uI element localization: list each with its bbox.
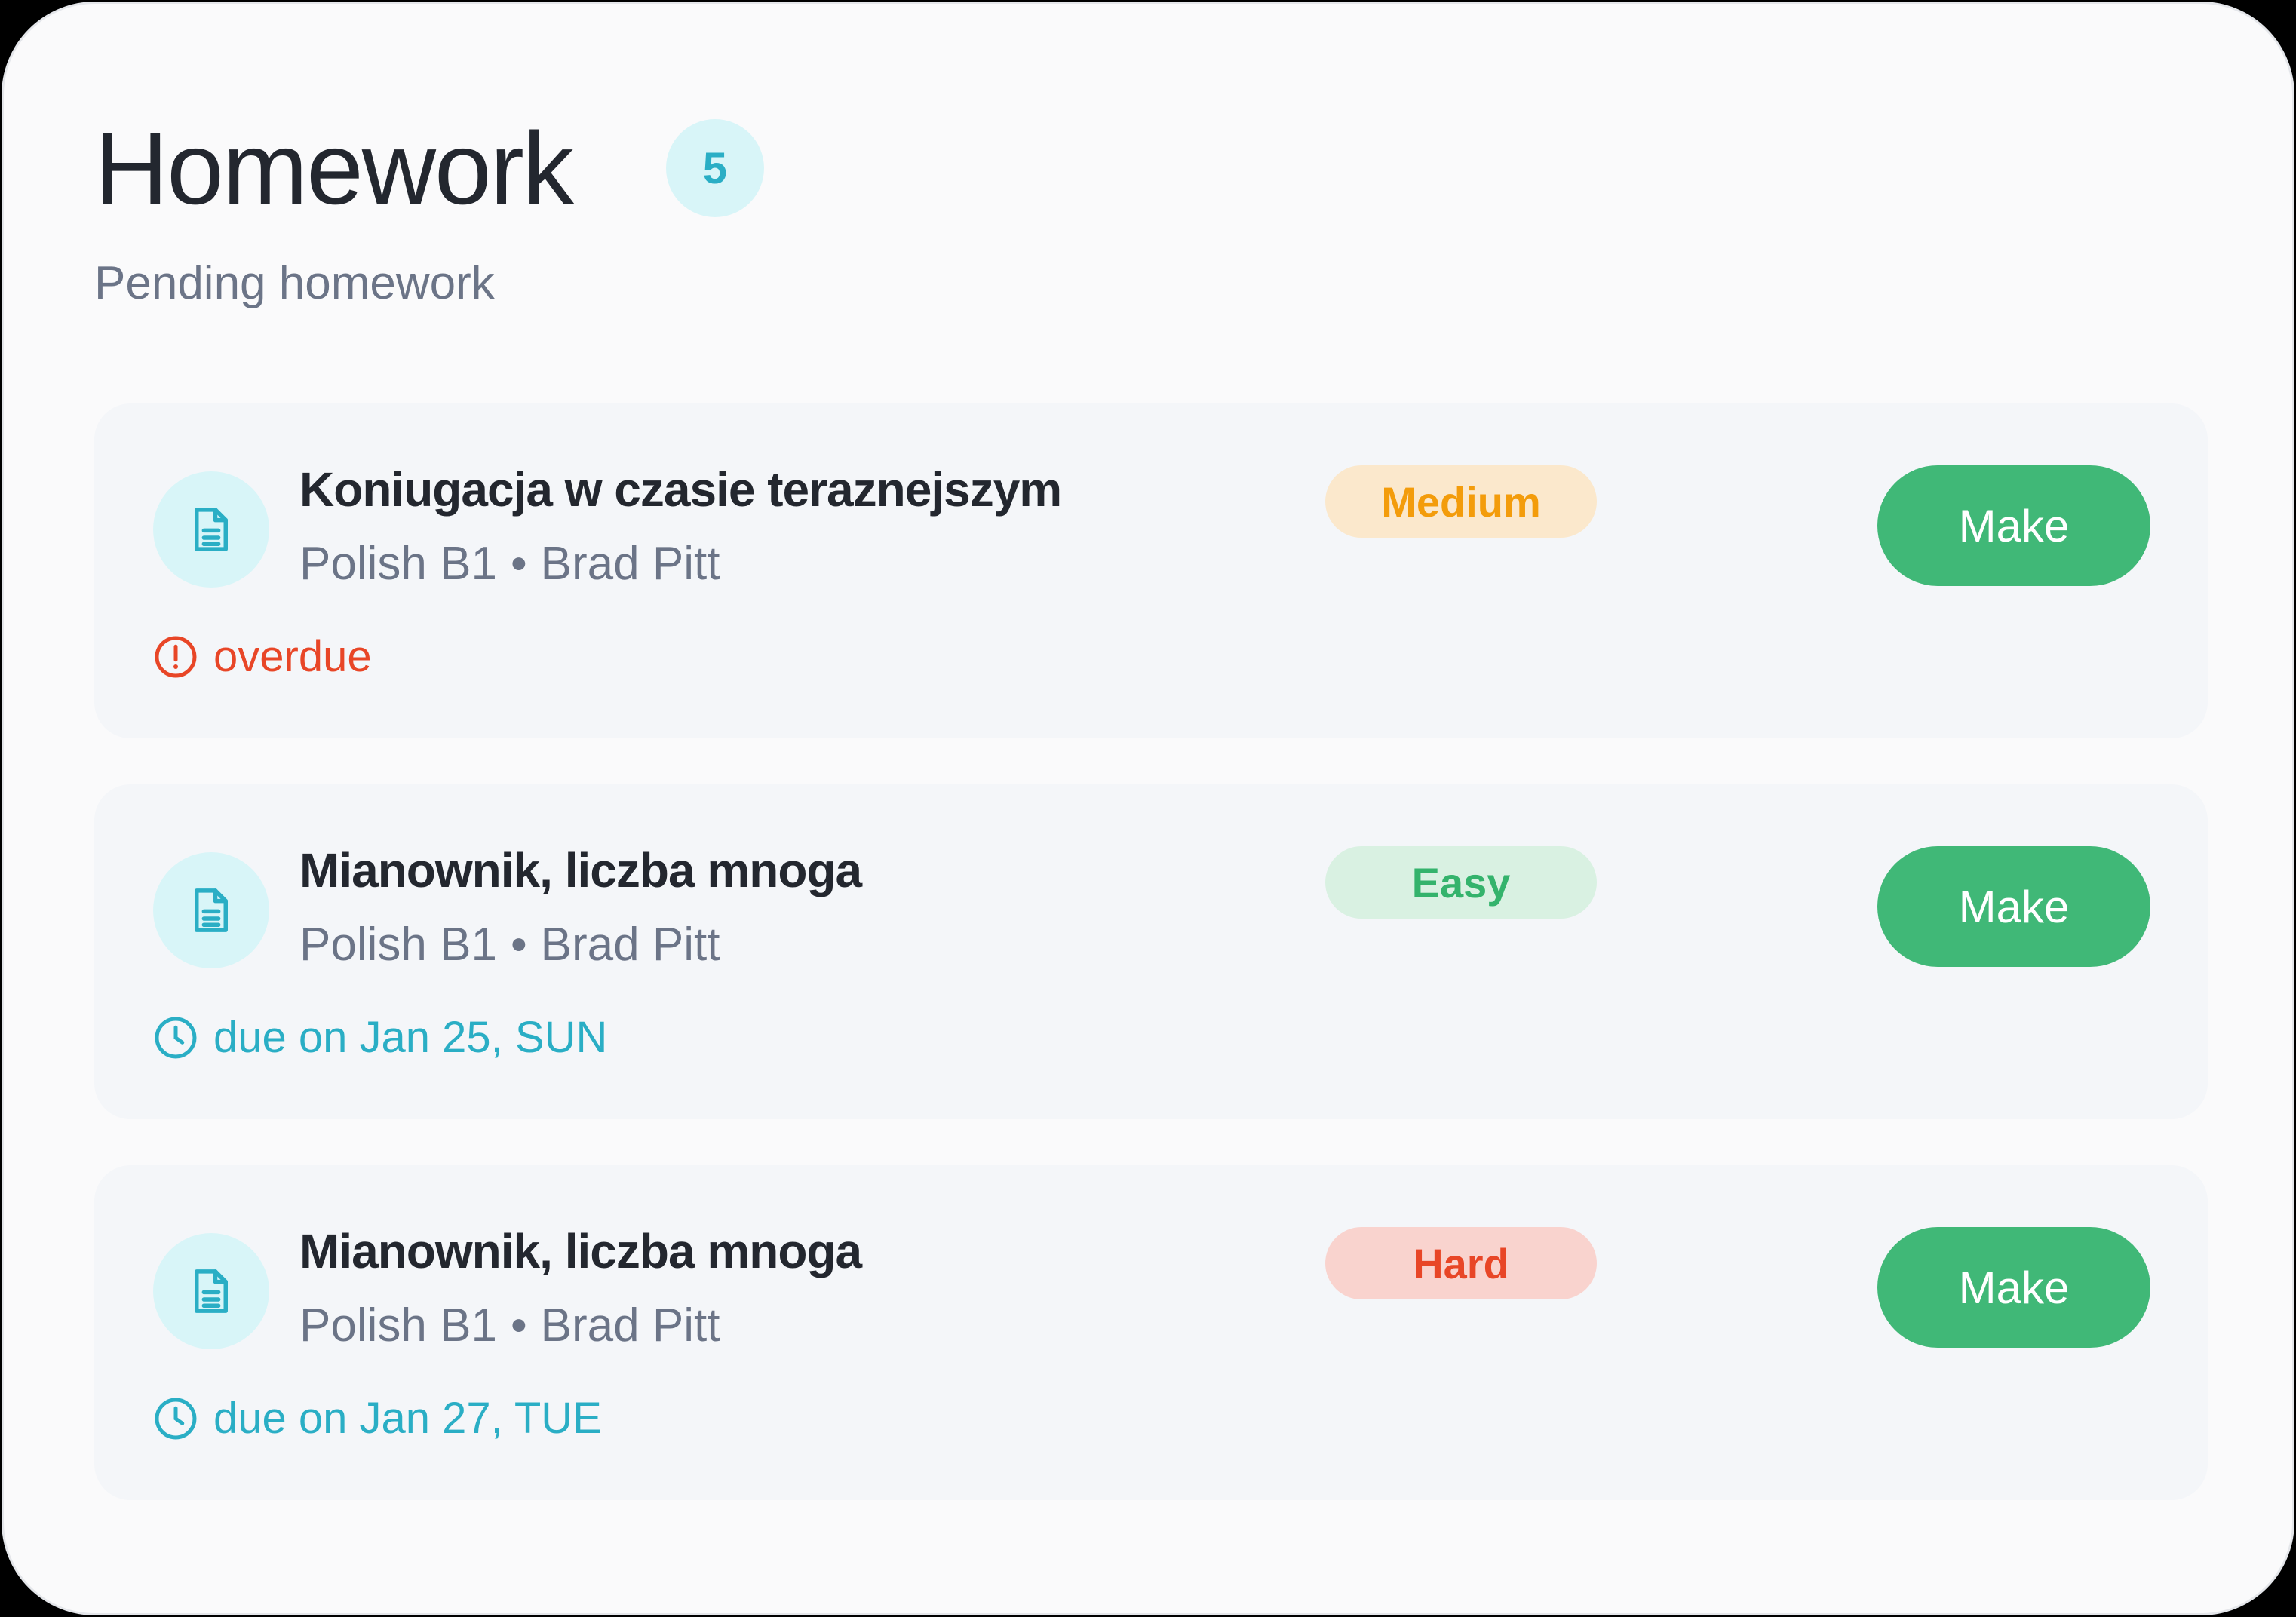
alert-circle-icon xyxy=(155,636,197,678)
teacher-name: Brad Pitt xyxy=(540,538,720,590)
homework-card: Mianownik, liczba mnoga Polish B1 • Brad P… xyxy=(94,784,2208,1119)
homework-title: Koniugacja w czasie teraznejszym xyxy=(299,462,1062,517)
status-text: overdue xyxy=(213,632,372,681)
page-title: Homework xyxy=(94,111,574,226)
document-icon xyxy=(153,471,269,588)
homework-title: Mianownik, liczba mnoga xyxy=(299,1224,862,1278)
course-name: Polish B1 xyxy=(299,1299,497,1352)
make-button[interactable]: Make xyxy=(1877,465,2150,586)
homework-card: Koniugacja w czasie teraznejszym Polish … xyxy=(94,403,2208,738)
status-overdue: overdue xyxy=(153,634,372,680)
course-name: Polish B1 xyxy=(299,919,497,971)
status-text: due on Jan 25, SUN xyxy=(213,1013,608,1062)
make-button[interactable]: Make xyxy=(1877,846,2150,967)
homework-panel: Homework 5 Pending homework Koniugacja w… xyxy=(2,2,2294,1615)
homework-meta: Polish B1 • Brad Pitt xyxy=(299,1302,720,1349)
clock-icon xyxy=(155,1398,197,1440)
meta-separator: • xyxy=(510,1299,527,1352)
document-icon xyxy=(153,852,269,968)
teacher-name: Brad Pitt xyxy=(540,919,720,971)
status-text: due on Jan 27, TUE xyxy=(213,1394,602,1443)
homework-meta: Polish B1 • Brad Pitt xyxy=(299,541,720,588)
panel-header: Homework 5 xyxy=(94,117,764,219)
homework-title: Mianownik, liczba mnoga xyxy=(299,843,862,897)
status-due: due on Jan 27, TUE xyxy=(153,1396,602,1441)
document-icon xyxy=(153,1233,269,1349)
status-due: due on Jan 25, SUN xyxy=(153,1015,607,1060)
clock-icon xyxy=(155,1017,197,1059)
difficulty-badge: Easy xyxy=(1325,846,1597,919)
difficulty-badge: Medium xyxy=(1325,465,1597,538)
homework-count-badge: 5 xyxy=(665,119,764,217)
course-name: Polish B1 xyxy=(299,538,497,590)
make-button[interactable]: Make xyxy=(1877,1227,2150,1348)
teacher-name: Brad Pitt xyxy=(540,1299,720,1352)
homework-card: Mianownik, liczba mnoga Polish B1 • Brad P… xyxy=(94,1165,2208,1500)
meta-separator: • xyxy=(510,919,527,971)
difficulty-badge: Hard xyxy=(1325,1227,1597,1299)
meta-separator: • xyxy=(510,538,527,590)
page-subtitle: Pending homework xyxy=(94,257,495,309)
homework-meta: Polish B1 • Brad Pitt xyxy=(299,922,720,968)
